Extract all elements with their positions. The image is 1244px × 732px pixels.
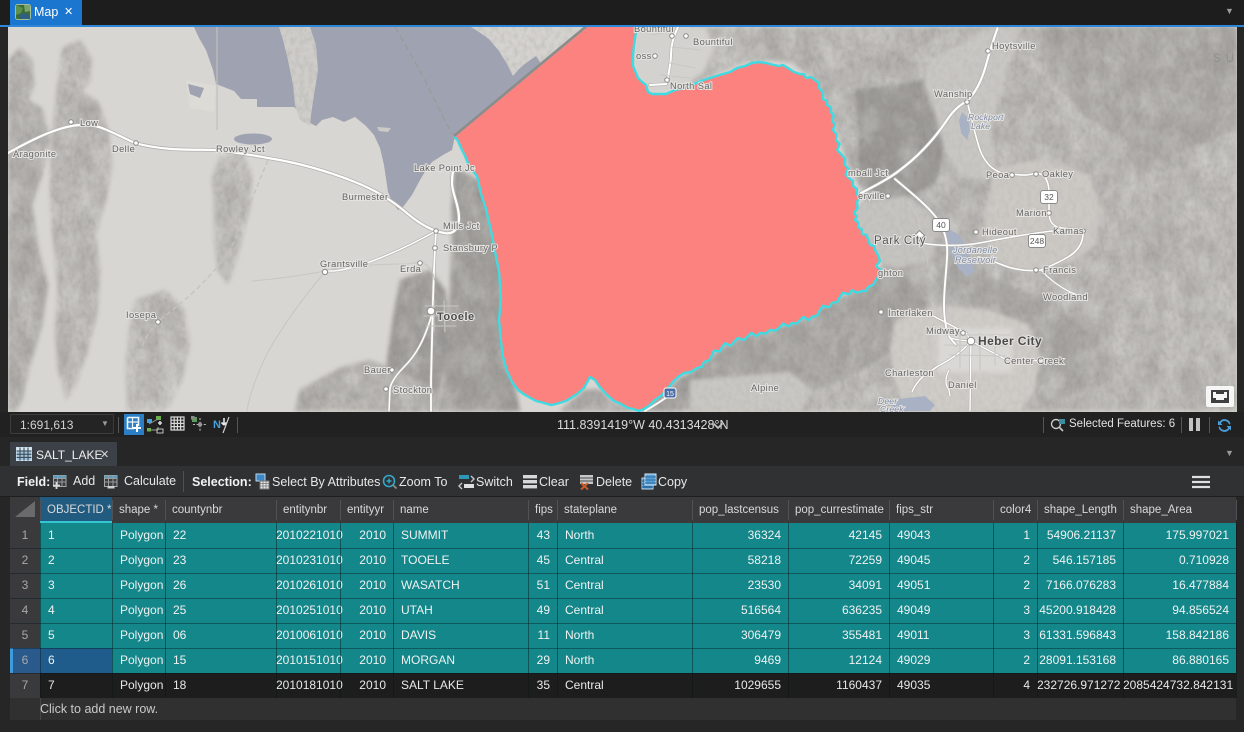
svg-text:Marion: Marion bbox=[1016, 208, 1047, 218]
svg-text:Bountiful: Bountiful bbox=[634, 27, 674, 34]
svg-text:Hideout: Hideout bbox=[982, 227, 1017, 237]
svg-text:40: 40 bbox=[936, 220, 946, 230]
svg-text:Rowley Jct: Rowley Jct bbox=[216, 144, 265, 154]
svg-text:Delle: Delle bbox=[112, 144, 135, 154]
svg-text:Kamas: Kamas bbox=[1053, 226, 1084, 236]
svg-text:Mills Jct: Mills Jct bbox=[443, 221, 480, 231]
svg-text:Charleston: Charleston bbox=[885, 368, 934, 378]
svg-text:erville: erville bbox=[858, 191, 885, 201]
svg-text:Heber City: Heber City bbox=[978, 334, 1042, 348]
svg-text:Bountiful: Bountiful bbox=[693, 37, 733, 47]
svg-text:Midway: Midway bbox=[926, 326, 960, 336]
svg-text:Aragonite: Aragonite bbox=[13, 149, 56, 159]
svg-text:Low: Low bbox=[80, 118, 98, 128]
svg-text:Iosepa: Iosepa bbox=[126, 310, 157, 320]
svg-text:Creek: Creek bbox=[880, 404, 904, 412]
svg-text:248: 248 bbox=[1030, 236, 1044, 246]
svg-text:Grantsville: Grantsville bbox=[320, 259, 368, 269]
svg-text:32: 32 bbox=[1044, 192, 1054, 202]
svg-text:ghton: ghton bbox=[878, 268, 903, 278]
svg-text:Erda: Erda bbox=[400, 264, 422, 274]
svg-text:Stockton: Stockton bbox=[393, 385, 432, 395]
svg-text:Reservoir: Reservoir bbox=[955, 255, 997, 265]
svg-text:Bauer: Bauer bbox=[364, 365, 391, 375]
svg-text:15: 15 bbox=[666, 391, 674, 398]
svg-text:Hoytsville: Hoytsville bbox=[992, 41, 1036, 51]
svg-text:Francis: Francis bbox=[1043, 265, 1076, 275]
svg-text:Lake Point Jc: Lake Point Jc bbox=[414, 163, 475, 173]
svg-text:mball Jct: mball Jct bbox=[848, 168, 888, 178]
svg-text:S U: S U bbox=[1213, 53, 1235, 65]
svg-text:North Sal: North Sal bbox=[670, 81, 712, 91]
svg-text:Center Creek: Center Creek bbox=[1004, 356, 1064, 366]
svg-text:oss: oss bbox=[636, 51, 652, 61]
svg-text:Burmester: Burmester bbox=[342, 192, 388, 202]
svg-text:Park City: Park City bbox=[874, 235, 926, 247]
svg-text:Oakley: Oakley bbox=[1042, 169, 1073, 179]
svg-text:N: N bbox=[213, 419, 221, 431]
svg-text:Tooele: Tooele bbox=[437, 311, 475, 323]
svg-text:Lake: Lake bbox=[971, 121, 990, 131]
svg-text:Wanship: Wanship bbox=[934, 89, 973, 99]
svg-text:Interlaken: Interlaken bbox=[888, 308, 933, 318]
svg-text:Peoa: Peoa bbox=[986, 170, 1010, 180]
svg-text:Stansbury P: Stansbury P bbox=[443, 243, 498, 253]
svg-text:Jordanelle: Jordanelle bbox=[952, 245, 998, 255]
svg-text:Alpine: Alpine bbox=[751, 383, 779, 393]
svg-text:Daniel: Daniel bbox=[948, 380, 977, 390]
svg-text:Woodland: Woodland bbox=[1043, 292, 1088, 302]
